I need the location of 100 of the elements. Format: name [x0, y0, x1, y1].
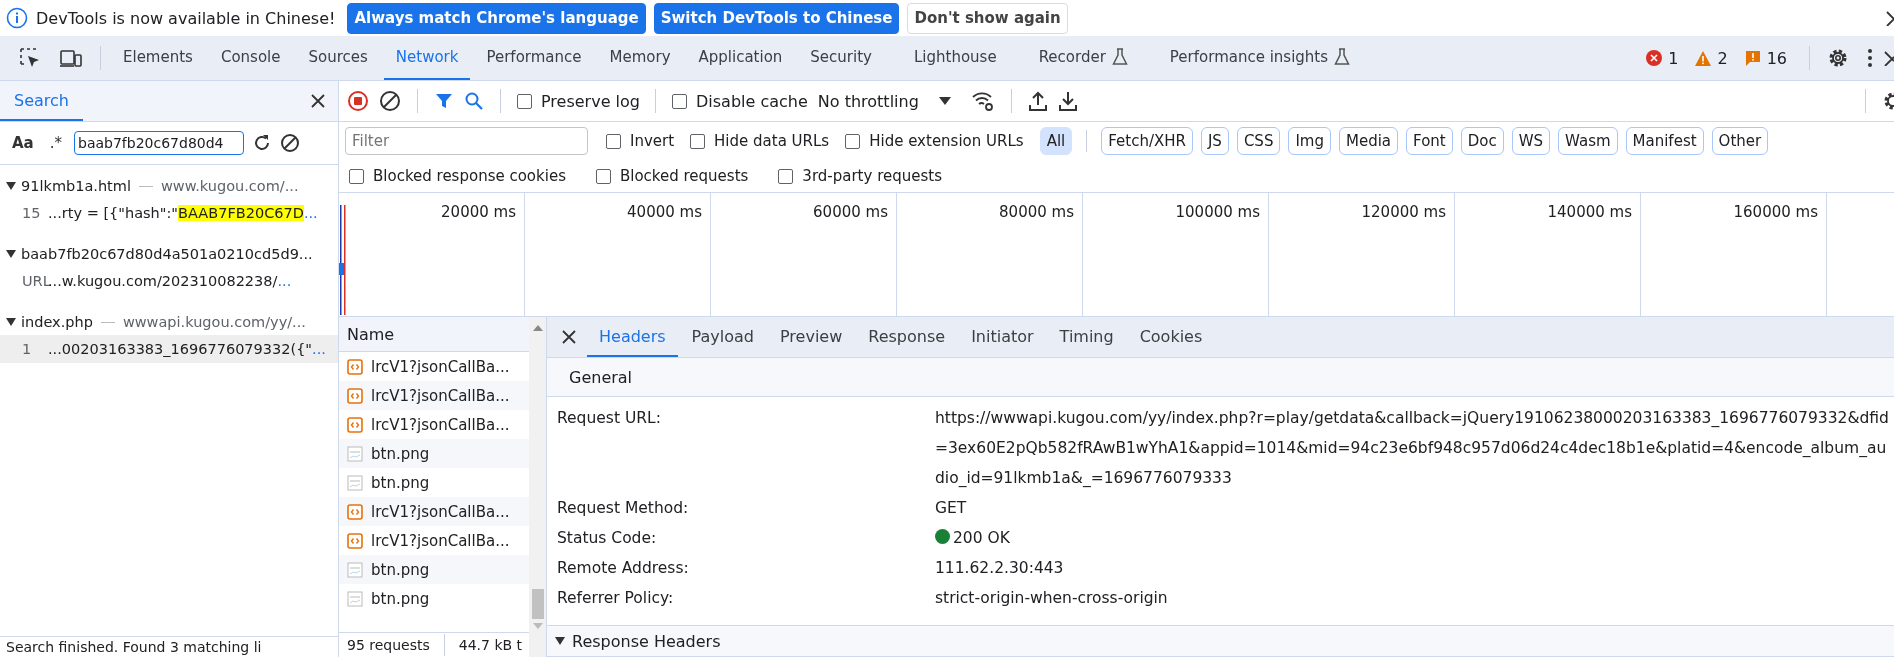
- caret-icon[interactable]: [6, 318, 16, 326]
- network-conditions-icon[interactable]: [970, 90, 995, 112]
- image-file-icon: [347, 474, 363, 491]
- filter-field[interactable]: Filter: [345, 127, 588, 155]
- type-filter[interactable]: Doc: [1460, 127, 1504, 155]
- result-match[interactable]: URL...w.kugou.com/202310082238/...: [0, 267, 338, 295]
- request-row[interactable]: lrcV1?jsonCallBa...: [339, 497, 529, 526]
- request-row[interactable]: btn.png: [339, 584, 529, 613]
- checkbox[interactable]: [690, 133, 706, 149]
- script-file-icon: [347, 532, 363, 549]
- checkbox[interactable]: [517, 93, 532, 109]
- header-value: 111.62.2.30:443: [935, 558, 1065, 579]
- result-file[interactable]: baab7fb20c67d80d4a501a0210cd5d9...: [21, 246, 313, 262]
- section-title[interactable]: Response Headers: [572, 631, 721, 651]
- header-value: GET: [935, 498, 968, 519]
- type-filter[interactable]: All: [1039, 127, 1073, 155]
- panel-tab[interactable]: Security: [798, 36, 884, 80]
- checkbox-label: Blocked response cookies: [373, 167, 566, 185]
- details-tab[interactable]: Payload: [679, 317, 766, 357]
- result-file[interactable]: index.php: [21, 314, 93, 330]
- counter-value: 1: [1668, 48, 1679, 68]
- request-row[interactable]: lrcV1?jsonCallBa...: [339, 381, 529, 410]
- details-tab[interactable]: Cookies: [1127, 317, 1215, 357]
- panel-tab[interactable]: Memory: [597, 36, 683, 80]
- search-icon[interactable]: [464, 91, 484, 111]
- type-filter[interactable]: Img: [1288, 127, 1331, 155]
- refresh-icon[interactable]: [252, 133, 272, 153]
- checkbox[interactable]: [606, 133, 621, 149]
- settings-icon[interactable]: [1827, 47, 1849, 69]
- checkbox[interactable]: [778, 168, 794, 184]
- warning-icon[interactable]: [1694, 49, 1713, 67]
- panel-tab[interactable]: Performance insights: [1157, 36, 1363, 80]
- type-filter[interactable]: Fetch/XHR: [1101, 127, 1193, 155]
- checkbox-label: Disable cache: [696, 91, 808, 111]
- section-title[interactable]: General: [569, 367, 633, 387]
- type-filter[interactable]: Other: [1711, 127, 1769, 155]
- header-value: 200 OK: [953, 528, 1011, 549]
- stop-recording-icon[interactable]: [347, 90, 369, 112]
- counter-value: 2: [1717, 48, 1728, 68]
- regex-toggle[interactable]: .*: [45, 134, 66, 152]
- inspect-icon[interactable]: [19, 47, 41, 69]
- type-filter[interactable]: Wasm: [1558, 127, 1618, 155]
- header-name: Request Method:: [557, 498, 690, 519]
- scrollbar-thumb[interactable]: [531, 589, 544, 619]
- panel-tab[interactable]: Elements: [111, 36, 205, 80]
- panel-tab[interactable]: Recorder: [1026, 36, 1140, 80]
- infobar-button[interactable]: Don't show again: [907, 2, 1068, 34]
- infobar-button[interactable]: Always match Chrome's language: [347, 2, 646, 34]
- type-filter[interactable]: Manifest: [1625, 127, 1704, 155]
- details-tab[interactable]: Timing: [1047, 317, 1126, 357]
- panel-tab[interactable]: Lighthouse: [901, 36, 1009, 80]
- type-filter[interactable]: Font: [1406, 127, 1453, 155]
- clear-icon[interactable]: [280, 133, 300, 153]
- caret-icon[interactable]: [6, 250, 16, 258]
- details-tab[interactable]: Preview: [768, 317, 855, 357]
- device-toolbar-icon[interactable]: [59, 47, 83, 69]
- checkbox[interactable]: [845, 133, 861, 149]
- request-row[interactable]: btn.png: [339, 439, 529, 468]
- caret-icon[interactable]: [555, 637, 565, 645]
- error-icon[interactable]: [1645, 49, 1664, 67]
- script-file-icon: [347, 503, 363, 520]
- match-case-toggle[interactable]: Aa: [8, 134, 38, 152]
- clear-icon[interactable]: [379, 90, 401, 112]
- download-icon[interactable]: [1057, 90, 1078, 112]
- issue-icon[interactable]: [1743, 49, 1762, 67]
- timeline-tick: 120000 ms: [1361, 203, 1446, 223]
- throttling-dropdown[interactable]: No throttling: [817, 91, 961, 111]
- result-match[interactable]: 1 ...00203163383_1696776079332({"...: [0, 335, 338, 363]
- request-row[interactable]: lrcV1?jsonCallBa...: [339, 410, 529, 439]
- details-tab[interactable]: Initiator: [959, 317, 1046, 357]
- request-row[interactable]: lrcV1?jsonCallBa...: [339, 526, 529, 555]
- more-options-icon[interactable]: [1867, 48, 1873, 68]
- infobar-button[interactable]: Switch DevTools to Chinese: [653, 2, 900, 34]
- settings-icon[interactable]: [1882, 90, 1894, 112]
- result-file[interactable]: 91lkmb1a.html: [21, 178, 131, 194]
- request-row[interactable]: lrcV1?jsonCallBa...: [339, 352, 529, 381]
- request-row[interactable]: btn.png: [339, 468, 529, 497]
- request-row[interactable]: btn.png: [339, 555, 529, 584]
- caret-icon[interactable]: [6, 182, 16, 190]
- panel-tab[interactable]: Network: [383, 36, 471, 80]
- panel-tab[interactable]: Application: [686, 36, 795, 80]
- upload-icon[interactable]: [1027, 90, 1048, 112]
- search-status: Search finished. Found 3 matching li: [0, 636, 338, 657]
- checkbox[interactable]: [595, 168, 611, 184]
- panel-tab[interactable]: Performance: [474, 36, 594, 80]
- panel-tab[interactable]: Sources: [296, 36, 380, 80]
- search-field[interactable]: baab7fb20c67d80d4: [74, 131, 244, 155]
- details-tab[interactable]: Response: [856, 317, 958, 357]
- checkbox[interactable]: [349, 168, 364, 184]
- type-filter[interactable]: Media: [1339, 127, 1399, 155]
- checkbox[interactable]: [672, 93, 687, 109]
- column-header[interactable]: Name: [347, 324, 395, 344]
- summary-text: 95 requests: [347, 637, 430, 653]
- filter-icon[interactable]: [434, 91, 454, 111]
- result-match[interactable]: 15 ...rty = [{"hash":"BAAB7FB20C67D...: [0, 199, 338, 227]
- type-filter[interactable]: WS: [1511, 127, 1551, 155]
- panel-tab[interactable]: Console: [208, 36, 293, 80]
- infobar-message: DevTools is now available in Chinese!: [36, 8, 336, 28]
- type-filter[interactable]: JS: [1200, 127, 1229, 155]
- type-filter[interactable]: CSS: [1236, 127, 1281, 155]
